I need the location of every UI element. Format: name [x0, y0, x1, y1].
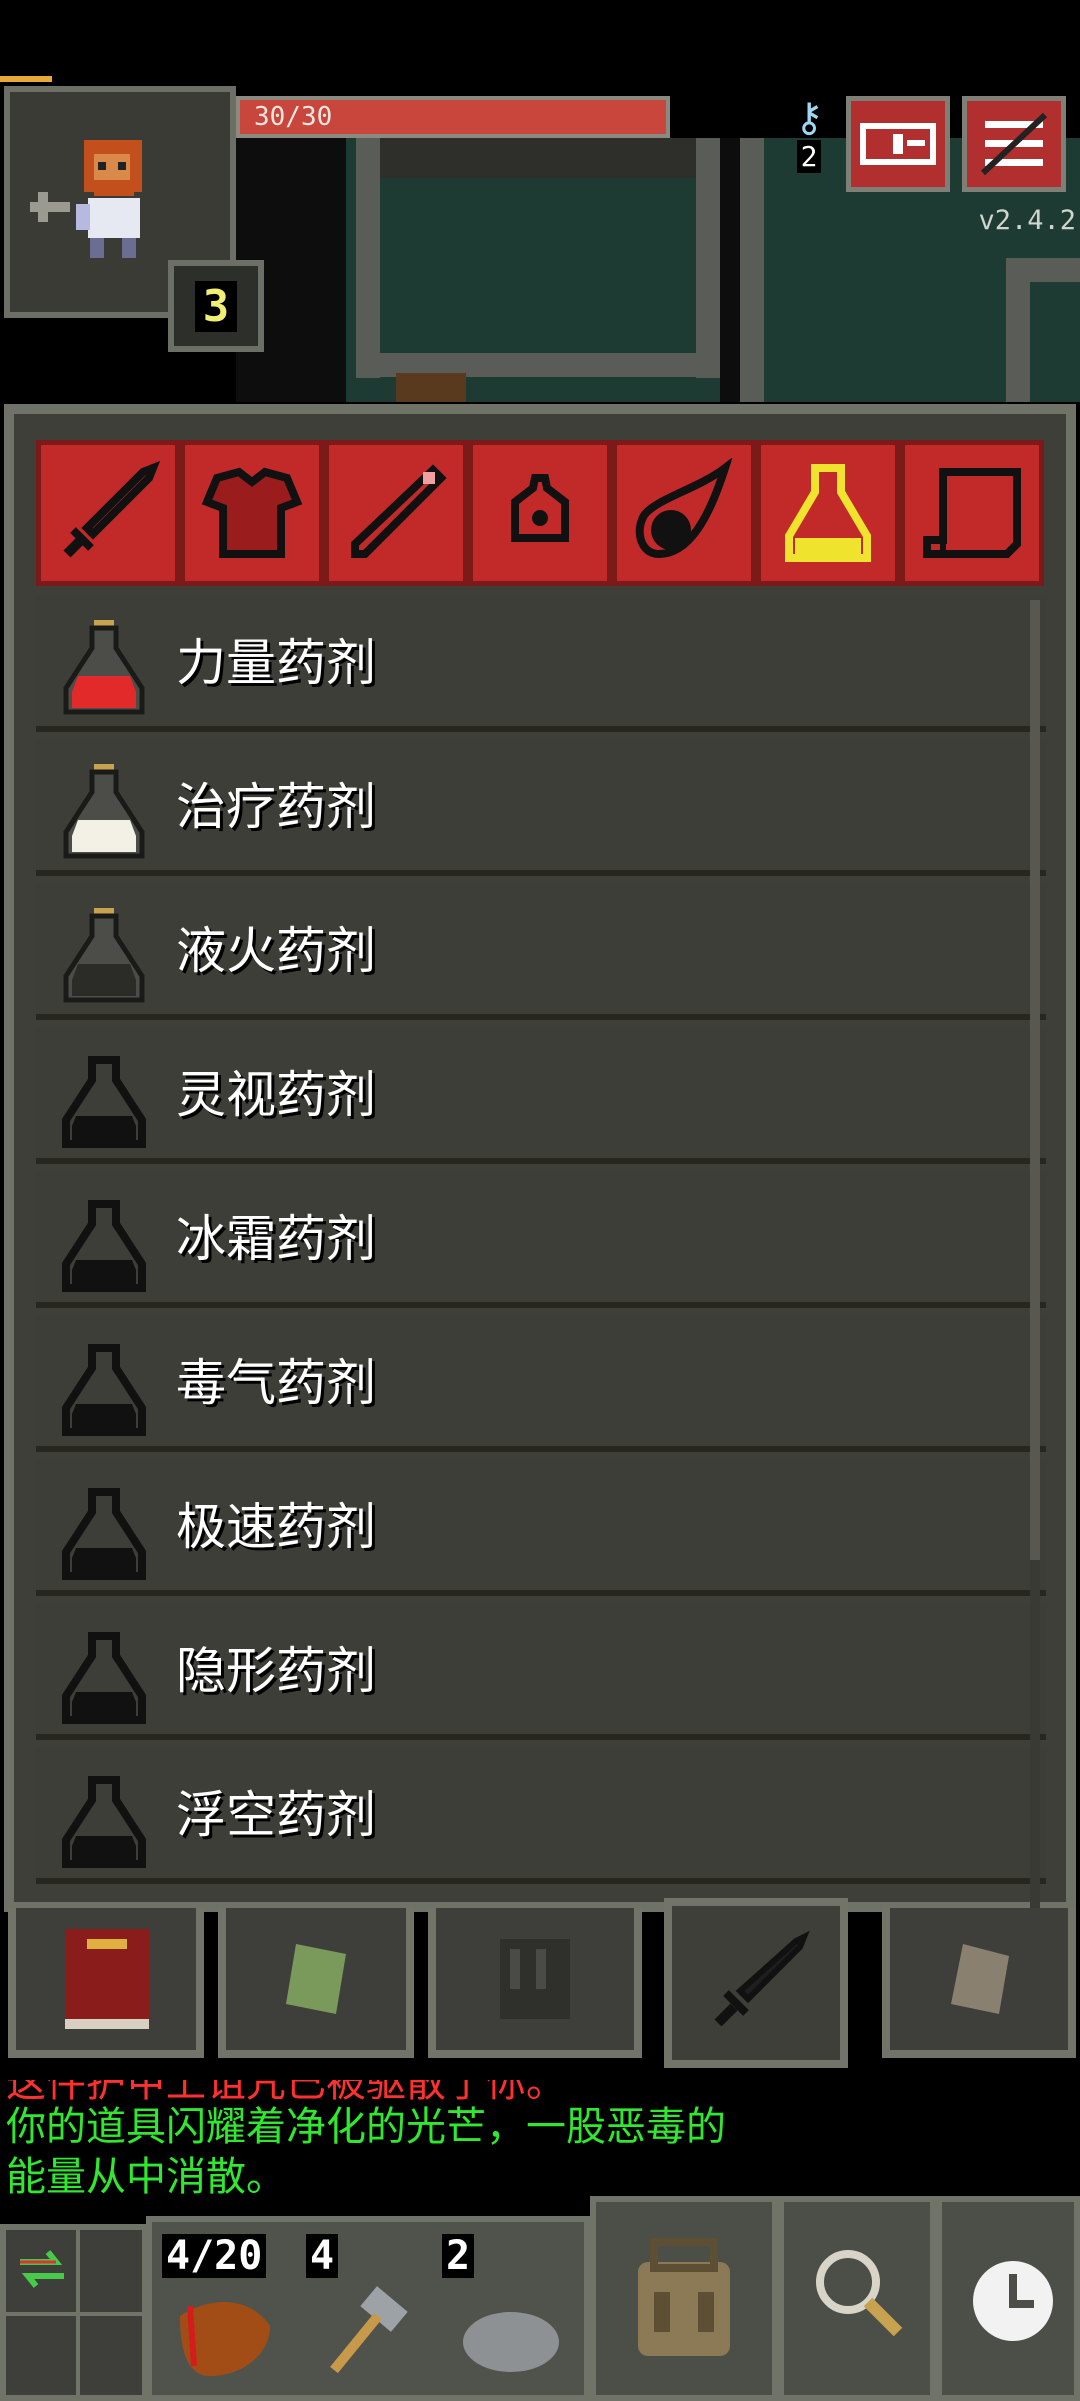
log-line-3: 能量从中消散。 [6, 2154, 286, 2200]
potion-label: 浮空药剂 [176, 1786, 376, 1844]
key-icon: ⚷ [794, 95, 824, 141]
tab-potions[interactable] [756, 440, 900, 586]
quickslot-3[interactable]: 2 [438, 2222, 584, 2397]
potion-flask-icon [62, 1344, 146, 1436]
stone-icon [463, 2312, 559, 2372]
potion-flask-icon [62, 1488, 146, 1580]
log-line-2: 你的道具闪耀着净化的光芒，一股恶毒的 [6, 2104, 726, 2150]
search-icon [816, 2250, 903, 2337]
wand-icon [351, 464, 447, 558]
potion-icon [785, 464, 871, 562]
log-line-1: 这件护甲上诅咒已被驱散了你。 [6, 2080, 1066, 2102]
tab-weapons[interactable] [36, 440, 180, 586]
health-bar: 30/30 [236, 96, 670, 138]
quickslot-swap[interactable] [0, 2224, 148, 2401]
search-button[interactable] [778, 2196, 936, 2401]
backpack-icon [638, 2238, 730, 2356]
bottom-tab-items[interactable] [664, 1898, 848, 2068]
category-tabs [36, 440, 1044, 586]
tab-wands[interactable] [324, 440, 468, 586]
book-icon [65, 1929, 149, 2029]
potion-label: 极速药剂 [176, 1498, 376, 1556]
potion-label: 灵视药剂 [176, 1066, 376, 1124]
ring-icon [511, 474, 569, 542]
potion-flask-icon [62, 1200, 146, 1292]
sword-icon [714, 1930, 810, 2027]
bottom-tab-lore[interactable] [882, 1908, 1076, 2058]
list-item[interactable]: 冰霜药剂 [36, 1172, 1046, 1308]
potion-list[interactable]: 力量药剂 治疗药剂 液火药剂 灵视药剂 冰霜药剂 毒气药剂 极速药剂 隐形药剂 … [36, 596, 1046, 1896]
version-label: v2.4.2 [978, 205, 1076, 236]
potion-label: 冰霜药剂 [176, 1210, 376, 1268]
quickslot-1[interactable]: 4/20 [152, 2222, 300, 2397]
potion-flask-icon [62, 1632, 146, 1724]
bottom-tab-book[interactable] [8, 1908, 204, 2058]
list-item[interactable]: 力量药剂 [36, 596, 1046, 732]
artifact-icon [635, 458, 733, 559]
progress-indicator [0, 76, 52, 82]
menu-button[interactable] [962, 96, 1066, 192]
potion-flask-icon [63, 764, 145, 859]
tab-rings[interactable] [468, 440, 612, 586]
potion-label: 液火药剂 [176, 922, 376, 980]
game-log: 这件护甲上诅咒已被驱散了你。 你的道具闪耀着净化的光芒，一股恶毒的 能量从中消散… [6, 2080, 1066, 2202]
hero-level: 3 [194, 280, 238, 332]
backpack-button[interactable] [590, 2196, 778, 2401]
keys-indicator[interactable]: ⚷ 2 [774, 96, 844, 192]
bottom-tab-notes[interactable] [218, 1908, 414, 2058]
list-item[interactable]: 毒气药剂 [36, 1316, 1046, 1452]
quickslot-1-label: 4/20 [162, 2234, 267, 2278]
list-item[interactable]: 治疗药剂 [36, 740, 1046, 876]
page-icon [951, 1944, 1009, 2014]
list-item[interactable]: 灵视药剂 [36, 1028, 1046, 1164]
scrollbar-thumb[interactable] [1030, 600, 1040, 1560]
scroll-icon [923, 468, 1021, 558]
hero-level-badge: 3 [168, 260, 264, 352]
list-item[interactable]: 极速药剂 [36, 1460, 1046, 1596]
wait-button[interactable] [936, 2196, 1080, 2401]
waterskin-icon [180, 2302, 270, 2376]
journal-button[interactable] [846, 96, 950, 192]
swap-icon [20, 2250, 64, 2288]
potion-label: 治疗药剂 [176, 778, 376, 836]
armor-icon [201, 467, 303, 558]
dungeon-view[interactable] [236, 138, 1080, 402]
potion-flask-icon [63, 908, 145, 1003]
potion-flask-icon [62, 1776, 146, 1868]
potion-flask-icon [62, 1056, 146, 1148]
tab-scrolls[interactable] [900, 440, 1044, 586]
clock-icon [973, 2261, 1053, 2341]
keys-count: 2 [796, 140, 822, 173]
potion-flask-icon [63, 620, 145, 715]
list-item[interactable]: 隐形药剂 [36, 1604, 1046, 1740]
note-icon [286, 1944, 346, 2014]
health-text: 30/30 [254, 102, 333, 132]
potion-label: 隐形药剂 [176, 1642, 376, 1700]
potion-label: 毒气药剂 [176, 1354, 376, 1412]
journal-icon [860, 123, 936, 165]
menu-icon [980, 112, 1048, 176]
potion-label: 力量药剂 [176, 634, 376, 692]
quickslot-2[interactable]: 4 [300, 2222, 436, 2397]
quickslot-2-label: 4 [306, 2234, 339, 2278]
statue-icon [500, 1939, 570, 2019]
list-item[interactable]: 液火药剂 [36, 884, 1046, 1020]
quickslot-3-label: 2 [442, 2234, 475, 2278]
tab-artifacts[interactable] [612, 440, 756, 586]
bottom-tab-bestiary[interactable] [428, 1908, 642, 2058]
list-item[interactable]: 浮空药剂 [36, 1748, 1046, 1884]
quickslot-bar: 4/20 4 2 [146, 2216, 590, 2401]
hammer-icon [330, 2286, 408, 2374]
sword-icon [63, 460, 161, 558]
tab-armor[interactable] [180, 440, 324, 586]
